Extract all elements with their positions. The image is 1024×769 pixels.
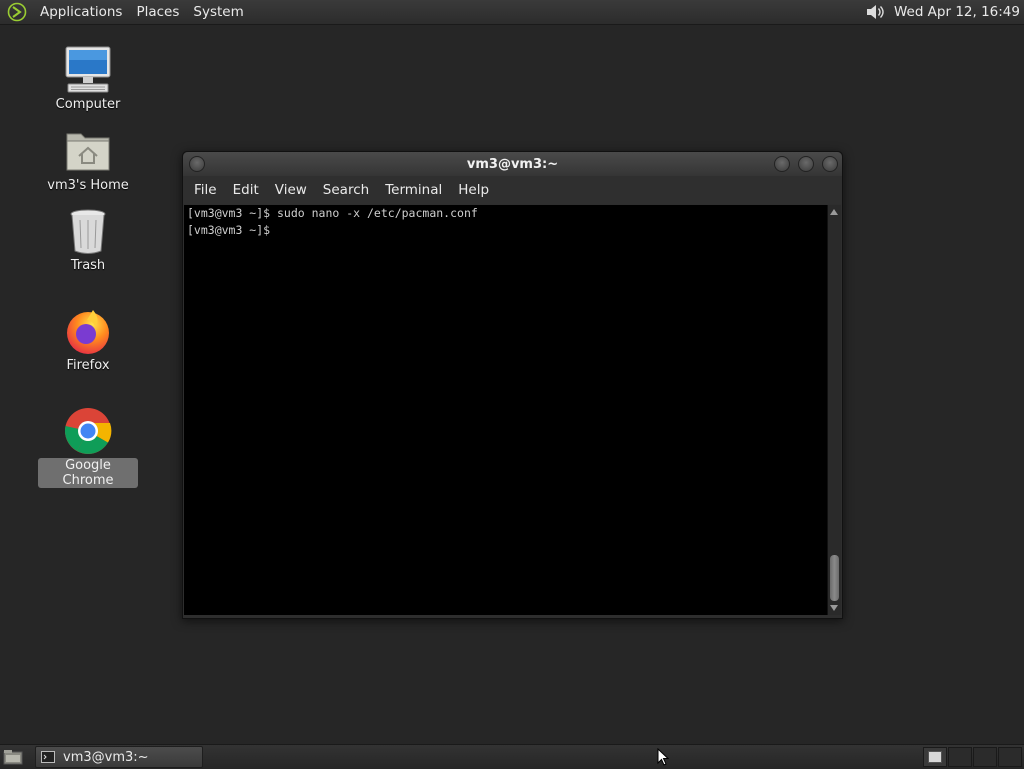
distro-logo-icon[interactable] — [7, 2, 27, 22]
desktop-icon-computer[interactable]: Computer — [38, 45, 138, 112]
taskbar-button-label: vm3@vm3:~ — [63, 749, 149, 765]
desktop-icon-label: Trash — [70, 258, 106, 273]
menu-search[interactable]: Search — [315, 182, 377, 198]
volume-icon[interactable] — [864, 1, 886, 23]
terminal-output[interactable]: [vm3@vm3 ~]$ sudo nano -x /etc/pacman.co… — [184, 205, 827, 615]
menu-help[interactable]: Help — [450, 182, 497, 198]
menu-terminal[interactable]: Terminal — [377, 182, 450, 198]
maximize-button[interactable] — [798, 156, 814, 172]
terminal-window[interactable]: vm3@vm3:~ File Edit View Search Terminal… — [182, 151, 843, 619]
terminal-icon — [41, 751, 55, 763]
desktop-icon-trash[interactable]: Trash — [38, 206, 138, 273]
minimize-button[interactable] — [774, 156, 790, 172]
top-panel-tray: Wed Apr 12, 16:49 — [864, 1, 1024, 23]
trash-icon — [70, 209, 106, 254]
desktop-icon-home[interactable]: vm3's Home — [38, 126, 138, 193]
system-menu[interactable]: System — [186, 4, 250, 20]
workspace-4[interactable] — [998, 747, 1022, 767]
desktop-icon-label: Google Chrome — [38, 458, 138, 488]
terminal-scrollbar[interactable] — [827, 205, 841, 615]
window-titlebar[interactable]: vm3@vm3:~ — [183, 152, 842, 176]
places-menu[interactable]: Places — [129, 4, 186, 20]
scroll-down-arrow-icon[interactable] — [830, 605, 838, 611]
menu-edit[interactable]: Edit — [225, 182, 267, 198]
scroll-up-arrow-icon[interactable] — [830, 209, 838, 215]
computer-icon — [65, 46, 111, 93]
terminal-menubar: File Edit View Search Terminal Help — [183, 176, 842, 204]
workspace-2[interactable] — [948, 747, 972, 767]
window-menu-button[interactable] — [189, 156, 205, 172]
desktop-icon-label: vm3's Home — [47, 178, 129, 193]
taskbar-terminal-button[interactable]: vm3@vm3:~ — [35, 746, 203, 768]
terminal-line: [vm3@vm3 ~]$ sudo nano -x /etc/pacman.co… — [187, 206, 478, 220]
menu-file[interactable]: File — [186, 182, 225, 198]
menu-view[interactable]: View — [267, 182, 315, 198]
desktop-icon-label: Computer — [55, 97, 121, 112]
clock[interactable]: Wed Apr 12, 16:49 — [894, 4, 1020, 20]
workspace-3[interactable] — [973, 747, 997, 767]
home-folder-icon — [66, 133, 110, 171]
window-title: vm3@vm3:~ — [466, 156, 559, 172]
desktop-icon-firefox[interactable]: Firefox — [38, 306, 138, 373]
bottom-panel: vm3@vm3:~ — [0, 744, 1024, 769]
workspace-switcher — [922, 747, 1022, 767]
close-button[interactable] — [822, 156, 838, 172]
desktop-icon-label: Firefox — [66, 358, 110, 373]
applications-menu[interactable]: Applications — [33, 4, 129, 20]
scrollbar-thumb[interactable] — [830, 555, 839, 601]
chrome-icon — [64, 408, 112, 454]
desktop-icon-chrome[interactable]: Google Chrome — [38, 406, 138, 488]
top-panel: Applications Places System Wed Apr 12, 1… — [0, 0, 1024, 25]
terminal-line: [vm3@vm3 ~]$ — [187, 223, 278, 237]
workspace-1[interactable] — [923, 747, 947, 767]
workspace-window-thumbnail — [928, 751, 942, 763]
show-desktop-icon[interactable] — [3, 749, 23, 765]
mouse-cursor-icon — [657, 748, 669, 766]
firefox-icon — [67, 310, 109, 354]
